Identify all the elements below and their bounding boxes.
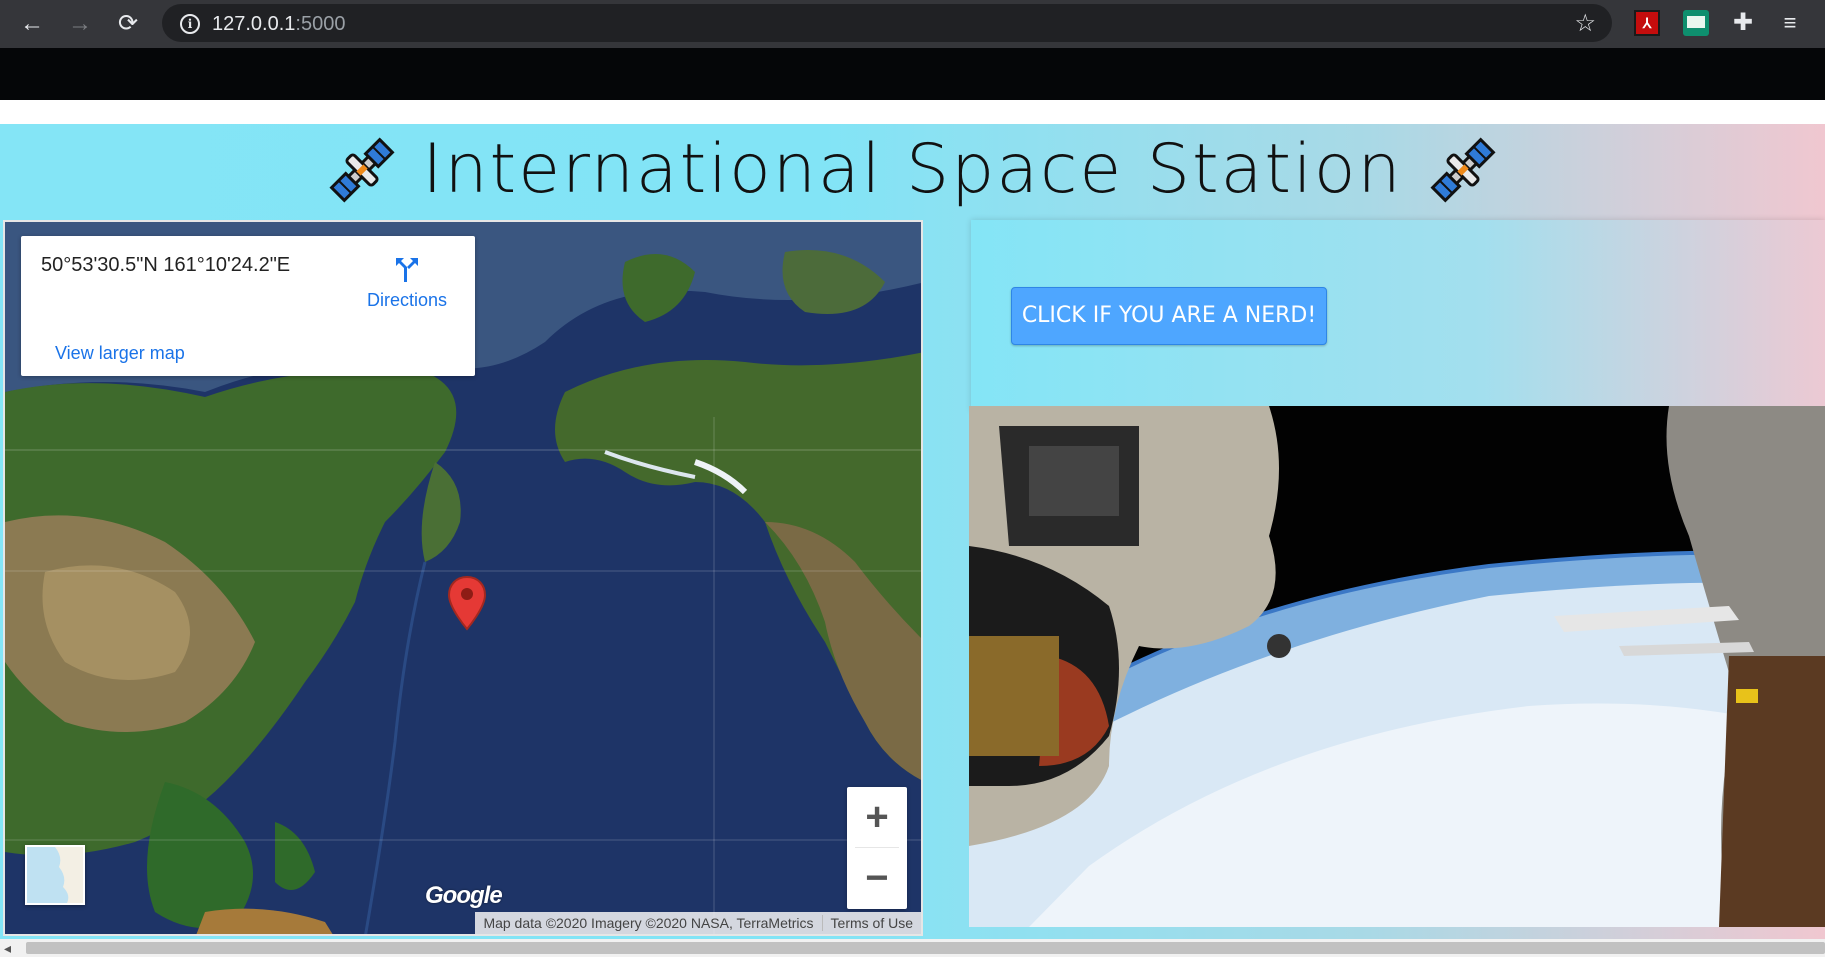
google-logo: Google [425, 882, 503, 909]
map-thumbnail-image [27, 847, 83, 903]
nerd-panel: CLICK IF YOU ARE A NERD! [971, 220, 1825, 411]
view-larger-map-link[interactable]: View larger map [55, 343, 185, 364]
satellite-icon [1430, 137, 1496, 203]
directions-icon [395, 258, 418, 282]
pdf-extension-icon[interactable]: ⅄ [1634, 10, 1660, 36]
iss-photo-image [969, 406, 1825, 927]
directions-button[interactable]: Directions [367, 254, 447, 311]
zoom-control: + − [847, 787, 907, 909]
zoom-out-button[interactable]: − [847, 848, 907, 908]
white-gap [0, 100, 1825, 124]
url-host: 127.0.0.1 [212, 13, 296, 35]
location-pin-icon[interactable] [447, 575, 487, 631]
reload-icon[interactable]: ⟳ [112, 8, 144, 40]
place-info-card: 50°53'30.5"N 161°10'24.2"E Directions Vi… [21, 236, 475, 376]
coordinates-text: 50°53'30.5"N 161°10'24.2"E [41, 254, 291, 276]
queue-icon[interactable]: ≡ [1777, 10, 1803, 36]
map-data-text: Map data ©2020 Imagery ©2020 NASA, Terra… [483, 915, 814, 931]
satellite-map[interactable]: 50°53'30.5"N 161°10'24.2"E Directions Vi… [3, 220, 923, 936]
puzzle-icon[interactable]: ✚ [1730, 10, 1756, 36]
zoom-in-button[interactable]: + [847, 787, 907, 847]
page-title: International Space Station [422, 130, 1403, 209]
space-banner-strip [0, 48, 1825, 100]
directions-label: Directions [366, 290, 447, 310]
back-icon[interactable]: ← [16, 8, 48, 40]
page-header: International Space Station [0, 124, 1825, 216]
satellite-icon [329, 137, 395, 203]
url-port: :5000 [295, 13, 346, 35]
star-icon[interactable]: ☆ [1574, 9, 1596, 38]
terms-link[interactable]: Terms of Use [821, 915, 921, 931]
url-text: 127.0.0.1:5000 [212, 13, 345, 36]
map-type-thumbnail[interactable] [25, 845, 85, 905]
nerd-button[interactable]: CLICK IF YOU ARE A NERD! [1011, 287, 1327, 345]
iss-earth-photo [969, 406, 1825, 927]
page-body: International Space Station 50°53'30.5"N… [0, 124, 1825, 939]
map-attribution: Map data ©2020 Imagery ©2020 NASA, Terra… [475, 912, 921, 934]
horizontal-scrollbar[interactable]: ◂ [0, 939, 1825, 957]
forward-icon[interactable]: → [64, 8, 96, 40]
info-icon[interactable]: i [180, 14, 200, 34]
scroll-thumb[interactable] [26, 942, 1825, 954]
address-bar[interactable]: i 127.0.0.1:5000 ☆ [162, 4, 1612, 42]
scroll-left-icon[interactable]: ◂ [4, 940, 11, 957]
green-extension-icon[interactable] [1683, 10, 1709, 36]
browser-toolbar: ← → ⟳ i 127.0.0.1:5000 ☆ ⅄ ✚ ≡ [0, 0, 1825, 48]
